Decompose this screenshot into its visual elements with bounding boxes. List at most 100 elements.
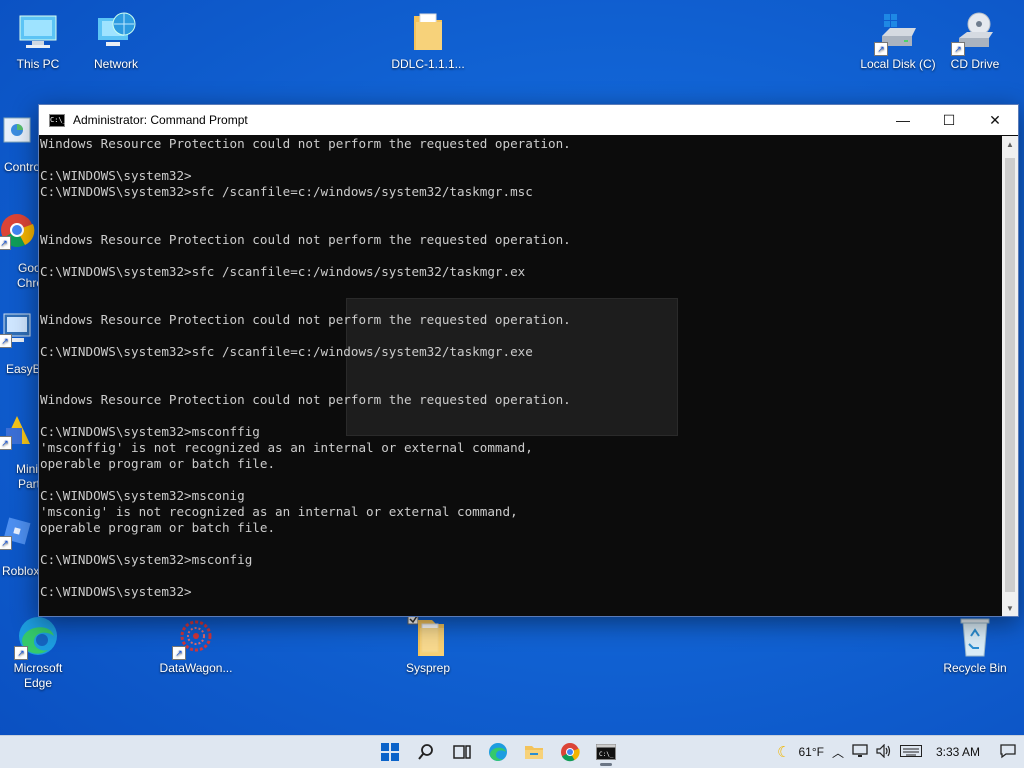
taskbar-command-prompt[interactable]: C:\_ xyxy=(588,736,624,768)
console-line: 'msconffig' is not recognized as an inte… xyxy=(40,440,533,455)
folder-icon xyxy=(406,10,450,54)
drive-icon: ↗ xyxy=(874,10,920,56)
taskbar-apps: C:\_ xyxy=(372,736,624,768)
file-explorer-icon xyxy=(525,746,543,759)
desktop-icon-control-panel[interactable] xyxy=(0,116,40,149)
desktop-icon-label: Local Disk (C) xyxy=(860,57,936,71)
task-view-icon xyxy=(453,745,471,759)
window-title: Administrator: Command Prompt xyxy=(73,113,248,127)
system-tray: ☾ 61°F ︿ 3:33 AM xyxy=(777,736,1024,768)
recycle-bin-icon xyxy=(953,614,997,658)
console-line: C:\WINDOWS\system32>sfc /scanfile=c:/win… xyxy=(40,184,533,199)
console-line: C:\WINDOWS\system32>msconffig xyxy=(40,424,260,439)
clock-time[interactable]: 3:33 AM xyxy=(936,745,980,759)
console-line: C:\WINDOWS\system32>msconig xyxy=(40,488,245,503)
desktop-icon-label: Network xyxy=(93,57,138,71)
console-line: Windows Resource Protection could not pe… xyxy=(40,136,571,151)
control-panel-icon xyxy=(2,116,32,146)
desktop-icon-network[interactable]: Network xyxy=(78,10,154,72)
desktop-icon-easybcd[interactable]: ↗ xyxy=(0,312,40,349)
console-line: C:\WINDOWS\system32>sfc /scanfile=c:/win… xyxy=(40,344,533,359)
console-line: Windows Resource Protection could not pe… xyxy=(40,312,571,327)
start-button[interactable] xyxy=(372,736,408,768)
command-prompt-window[interactable]: C:\_ Administrator: Command Prompt — ☐ ✕… xyxy=(38,104,1019,617)
command-prompt-icon: C:\_ xyxy=(49,113,67,127)
shortcut-arrow-icon: ↗ xyxy=(0,436,12,450)
cd-drive-icon: ↗ xyxy=(951,10,997,56)
partial-label-mini: Mini xyxy=(16,462,39,476)
taskbar-file-explorer[interactable] xyxy=(516,736,552,768)
roblox-icon: ↗ xyxy=(0,514,34,550)
console-line: operable program or batch file. xyxy=(40,520,276,535)
search-button[interactable] xyxy=(408,736,444,768)
desktop-icon-sysprep[interactable]: Sysprep xyxy=(390,613,466,676)
console-line: C:\WINDOWS\system32>msconfig xyxy=(40,552,253,567)
task-view-button[interactable] xyxy=(444,736,480,768)
easybcd-icon: ↗ xyxy=(0,312,34,348)
vertical-scrollbar[interactable]: ▲ ▼ xyxy=(1002,136,1018,616)
desktop-icon-label: Microsoft Edge xyxy=(13,661,63,690)
chrome-icon xyxy=(561,743,580,762)
partial-label-easyb: EasyB xyxy=(6,362,41,376)
desktop-icon-cd-drive[interactable]: ↗ CD Drive xyxy=(937,10,1013,72)
desktop-icon-local-disk[interactable]: ↗ Local Disk (C) xyxy=(858,10,938,72)
weather-moon-icon[interactable]: ☾ xyxy=(777,743,790,761)
search-icon xyxy=(418,744,433,760)
shortcut-arrow-icon: ↗ xyxy=(14,646,28,660)
command-prompt-icon: C:\_ xyxy=(596,744,616,760)
shortcut-arrow-icon: ↗ xyxy=(874,42,888,56)
desktop-icon-minitool[interactable]: ↗ xyxy=(0,414,40,451)
network-tray-icon[interactable] xyxy=(852,743,868,761)
taskbar-chrome[interactable] xyxy=(552,736,588,768)
shortcut-arrow-icon: ↗ xyxy=(172,646,186,660)
console-line: Windows Resource Protection could not pe… xyxy=(40,392,571,407)
folder-icon xyxy=(406,613,450,658)
desktop-icon-datawagon[interactable]: ↗ DataWagon... xyxy=(156,614,236,676)
taskbar-edge[interactable] xyxy=(480,736,516,768)
weather-temperature[interactable]: 61°F xyxy=(798,745,823,759)
scroll-thumb[interactable] xyxy=(1005,158,1015,592)
desktop-icon-edge[interactable]: ↗ Microsoft Edge xyxy=(0,614,76,691)
notifications-icon[interactable] xyxy=(1000,743,1016,762)
console-line: Windows Resource Protection could not pe… xyxy=(40,232,571,247)
console-line: 'msconig' is not recognized as an intern… xyxy=(40,504,518,519)
title-bar[interactable]: C:\_ Administrator: Command Prompt — ☐ ✕ xyxy=(39,105,1018,135)
scroll-down-arrow-icon[interactable]: ▼ xyxy=(1002,600,1018,616)
shortcut-arrow-icon: ↗ xyxy=(951,42,965,56)
taskbar: C:\_ ☾ 61°F ︿ 3:33 AM xyxy=(0,735,1024,768)
chevron-up-icon[interactable]: ︿ xyxy=(832,744,844,761)
volume-icon[interactable] xyxy=(876,743,892,761)
datawagon-icon: ↗ xyxy=(172,614,218,660)
partial-label-roblox: Roblox xyxy=(2,564,40,578)
shortcut-arrow-icon: ↗ xyxy=(0,536,12,550)
monitor-icon xyxy=(16,10,60,54)
minimize-button[interactable]: — xyxy=(880,105,926,135)
desktop-icon-chrome[interactable]: ↗ xyxy=(0,212,40,251)
desktop-icon-roblox[interactable]: ↗ xyxy=(0,514,40,551)
keyboard-icon[interactable] xyxy=(899,744,922,760)
desktop-icon-ddlc[interactable]: DDLC-1.1.1... xyxy=(390,10,466,72)
close-button[interactable]: ✕ xyxy=(972,105,1018,135)
maximize-button[interactable]: ☐ xyxy=(926,105,972,135)
console-line: C:\WINDOWS\system32>sfc /scanfile=c:/win… xyxy=(40,264,526,279)
desktop-icon-label: DataWagon... xyxy=(159,661,233,675)
desktop-icon-label: DDLC-1.1.1... xyxy=(391,57,465,71)
scroll-up-arrow-icon[interactable]: ▲ xyxy=(1002,136,1018,152)
svg-text:C:\_: C:\_ xyxy=(599,751,614,758)
edge-icon: ↗ xyxy=(14,614,60,660)
shortcut-arrow-icon: ↗ xyxy=(0,334,12,348)
console-output[interactable]: Windows Resource Protection could not pe… xyxy=(39,136,1002,616)
console-line: C:\WINDOWS\system32> xyxy=(40,168,192,183)
desktop-icon-this-pc[interactable]: This PC xyxy=(0,10,76,72)
desktop-icon-recycle-bin[interactable]: Recycle Bin xyxy=(937,614,1013,676)
